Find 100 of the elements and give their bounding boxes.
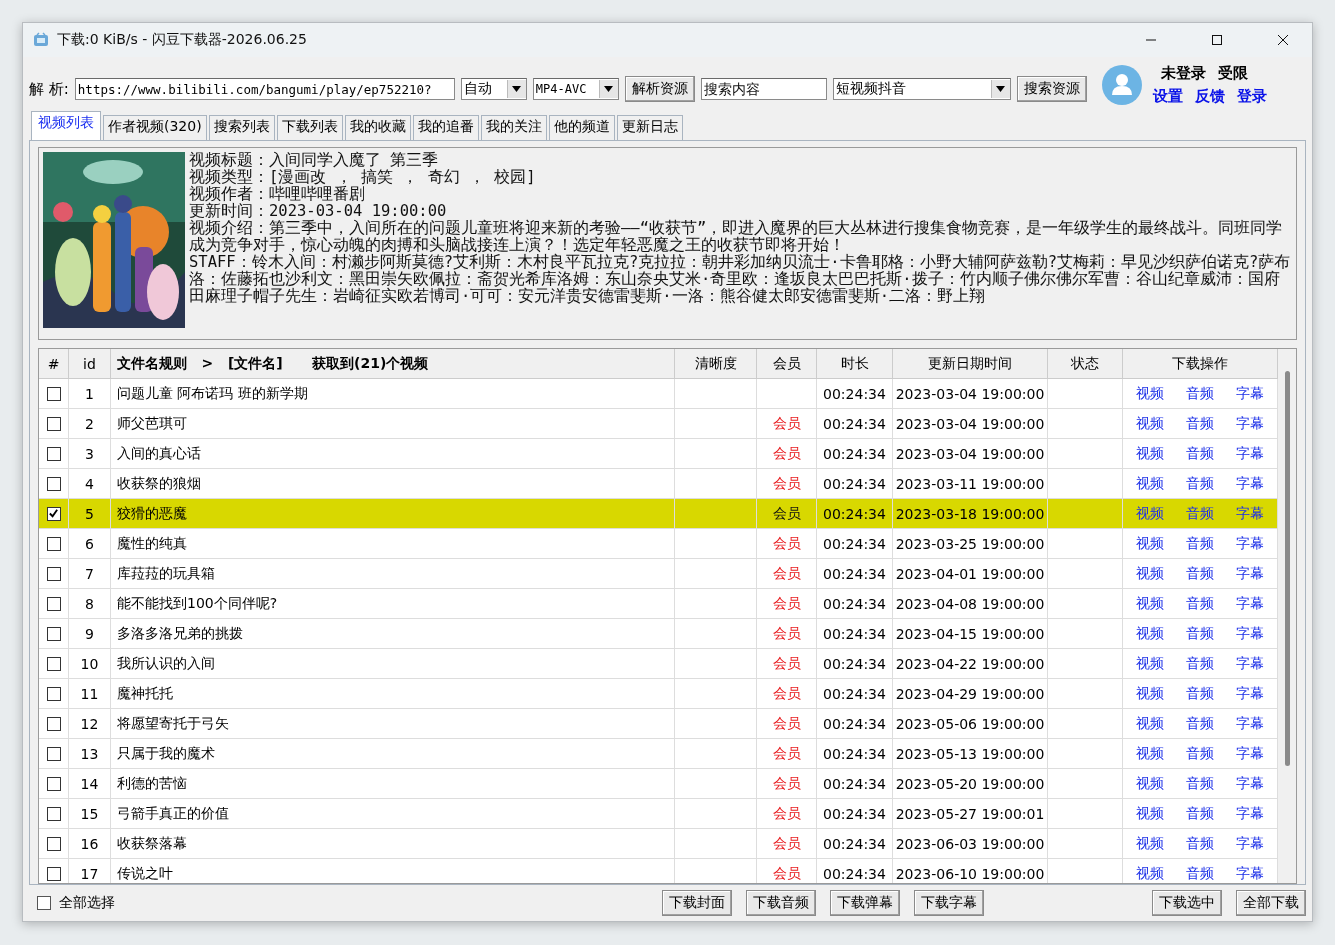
download-link[interactable]: 视频 [1136, 804, 1164, 823]
download-link[interactable]: 音频 [1186, 804, 1214, 823]
tab[interactable]: 作者视频(320) [103, 115, 207, 140]
download-link[interactable]: 字幕 [1236, 774, 1264, 793]
download-link[interactable]: 视频 [1136, 774, 1164, 793]
url-field[interactable]: https://www.bilibili.com/bangumi/play/ep752210? [74, 78, 455, 100]
download-link[interactable]: 视频 [1136, 864, 1164, 883]
download-link[interactable]: 视频 [1136, 414, 1164, 433]
download-link[interactable]: 音频 [1186, 474, 1214, 493]
row-checkbox[interactable] [46, 386, 61, 401]
download-link[interactable]: 音频 [1186, 834, 1214, 853]
row-checkbox[interactable] [46, 536, 61, 551]
column-header[interactable]: 清晰度 [675, 349, 757, 379]
row-checkbox[interactable] [46, 746, 61, 761]
download-link[interactable]: 视频 [1136, 654, 1164, 673]
download-link[interactable]: 音频 [1186, 864, 1214, 883]
download-button[interactable]: 下载弹幕 [830, 890, 900, 916]
download-link[interactable]: 音频 [1186, 504, 1214, 523]
column-header[interactable]: 更新日期时间 [893, 349, 1048, 379]
column-header[interactable]: 会员 [757, 349, 817, 379]
download-link[interactable]: 音频 [1186, 654, 1214, 673]
download-link[interactable]: 音频 [1186, 414, 1214, 433]
download-link[interactable]: 视频 [1136, 624, 1164, 643]
tab[interactable]: 视频列表 [31, 111, 101, 140]
select-all-checkbox[interactable] [37, 896, 51, 910]
download-link[interactable]: 视频 [1136, 714, 1164, 733]
row-checkbox[interactable] [46, 416, 61, 431]
download-link[interactable]: 字幕 [1236, 624, 1264, 643]
download-button[interactable]: 下载选中 [1152, 890, 1222, 916]
row-checkbox[interactable] [46, 506, 61, 521]
download-button[interactable]: 全部下载 [1236, 890, 1306, 916]
column-header[interactable]: id [69, 349, 111, 379]
maximize-icon[interactable] [1211, 34, 1223, 46]
column-header[interactable]: 下载操作 [1123, 349, 1278, 379]
download-link[interactable]: 字幕 [1236, 444, 1264, 463]
caret-icon[interactable] [598, 80, 618, 98]
column-header[interactable]: # [39, 349, 69, 379]
quality-dropdown[interactable]: 自动 [460, 78, 527, 100]
download-link[interactable]: 视频 [1136, 744, 1164, 763]
download-link[interactable]: 视频 [1136, 684, 1164, 703]
tab[interactable]: 我的关注 [480, 115, 547, 140]
scrollbar[interactable] [1278, 349, 1296, 883]
download-link[interactable]: 字幕 [1236, 744, 1264, 763]
download-link[interactable]: 音频 [1186, 744, 1214, 763]
download-button[interactable]: 下载音频 [746, 890, 816, 916]
download-link[interactable]: 字幕 [1236, 384, 1264, 403]
download-link[interactable]: 音频 [1186, 594, 1214, 613]
account-link[interactable]: 登录 [1236, 87, 1267, 106]
tab[interactable]: 他的频道 [548, 115, 615, 140]
tab[interactable]: 更新日志 [616, 115, 683, 140]
download-button[interactable]: 下载封面 [662, 890, 732, 916]
download-link[interactable]: 字幕 [1236, 504, 1264, 523]
caret-icon[interactable] [990, 80, 1010, 98]
download-link[interactable]: 视频 [1136, 534, 1164, 553]
tab[interactable]: 我的追番 [412, 115, 479, 140]
row-checkbox[interactable] [46, 806, 61, 821]
download-link[interactable]: 字幕 [1236, 714, 1264, 733]
row-checkbox[interactable] [46, 596, 61, 611]
download-button[interactable]: 下载字幕 [914, 890, 984, 916]
download-link[interactable]: 字幕 [1236, 414, 1264, 433]
search-button[interactable]: 搜索资源 [1016, 76, 1087, 102]
row-checkbox[interactable] [46, 656, 61, 671]
row-checkbox[interactable] [46, 626, 61, 641]
download-link[interactable]: 视频 [1136, 384, 1164, 403]
caret-icon[interactable] [506, 80, 526, 98]
download-link[interactable]: 视频 [1136, 474, 1164, 493]
account-link[interactable]: 反馈 [1194, 87, 1225, 106]
download-link[interactable]: 音频 [1186, 384, 1214, 403]
column-header[interactable]: 文件名规则 > [文件名] 获取到(21)个视频 [111, 349, 675, 379]
row-checkbox[interactable] [46, 446, 61, 461]
download-link[interactable]: 视频 [1136, 594, 1164, 613]
row-checkbox[interactable] [46, 566, 61, 581]
column-header[interactable]: 时长 [817, 349, 893, 379]
codec-dropdown[interactable]: MP4-AVC [532, 78, 619, 100]
download-link[interactable]: 字幕 [1236, 834, 1264, 853]
download-link[interactable]: 音频 [1186, 624, 1214, 643]
row-checkbox[interactable] [46, 836, 61, 851]
row-checkbox[interactable] [46, 776, 61, 791]
download-link[interactable]: 音频 [1186, 774, 1214, 793]
download-link[interactable]: 音频 [1186, 564, 1214, 583]
download-link[interactable]: 字幕 [1236, 864, 1264, 883]
close-icon[interactable] [1277, 34, 1289, 46]
platform-dropdown[interactable]: 短视频抖音 [832, 78, 1011, 100]
download-link[interactable]: 字幕 [1236, 534, 1264, 553]
download-link[interactable]: 音频 [1186, 714, 1214, 733]
parse-button[interactable]: 解析资源 [624, 76, 695, 102]
account-link[interactable]: 设置 [1152, 87, 1183, 106]
row-checkbox[interactable] [46, 866, 61, 881]
tab[interactable]: 我的收藏 [344, 115, 411, 140]
download-link[interactable]: 音频 [1186, 444, 1214, 463]
row-checkbox[interactable] [46, 476, 61, 491]
tab[interactable]: 搜索列表 [208, 115, 275, 140]
download-link[interactable]: 音频 [1186, 534, 1214, 553]
row-checkbox[interactable] [46, 686, 61, 701]
download-link[interactable]: 字幕 [1236, 684, 1264, 703]
tab[interactable]: 下载列表 [276, 115, 343, 140]
download-link[interactable]: 视频 [1136, 564, 1164, 583]
download-link[interactable]: 音频 [1186, 684, 1214, 703]
search-field[interactable]: 搜索内容 [700, 78, 827, 100]
download-link[interactable]: 视频 [1136, 834, 1164, 853]
